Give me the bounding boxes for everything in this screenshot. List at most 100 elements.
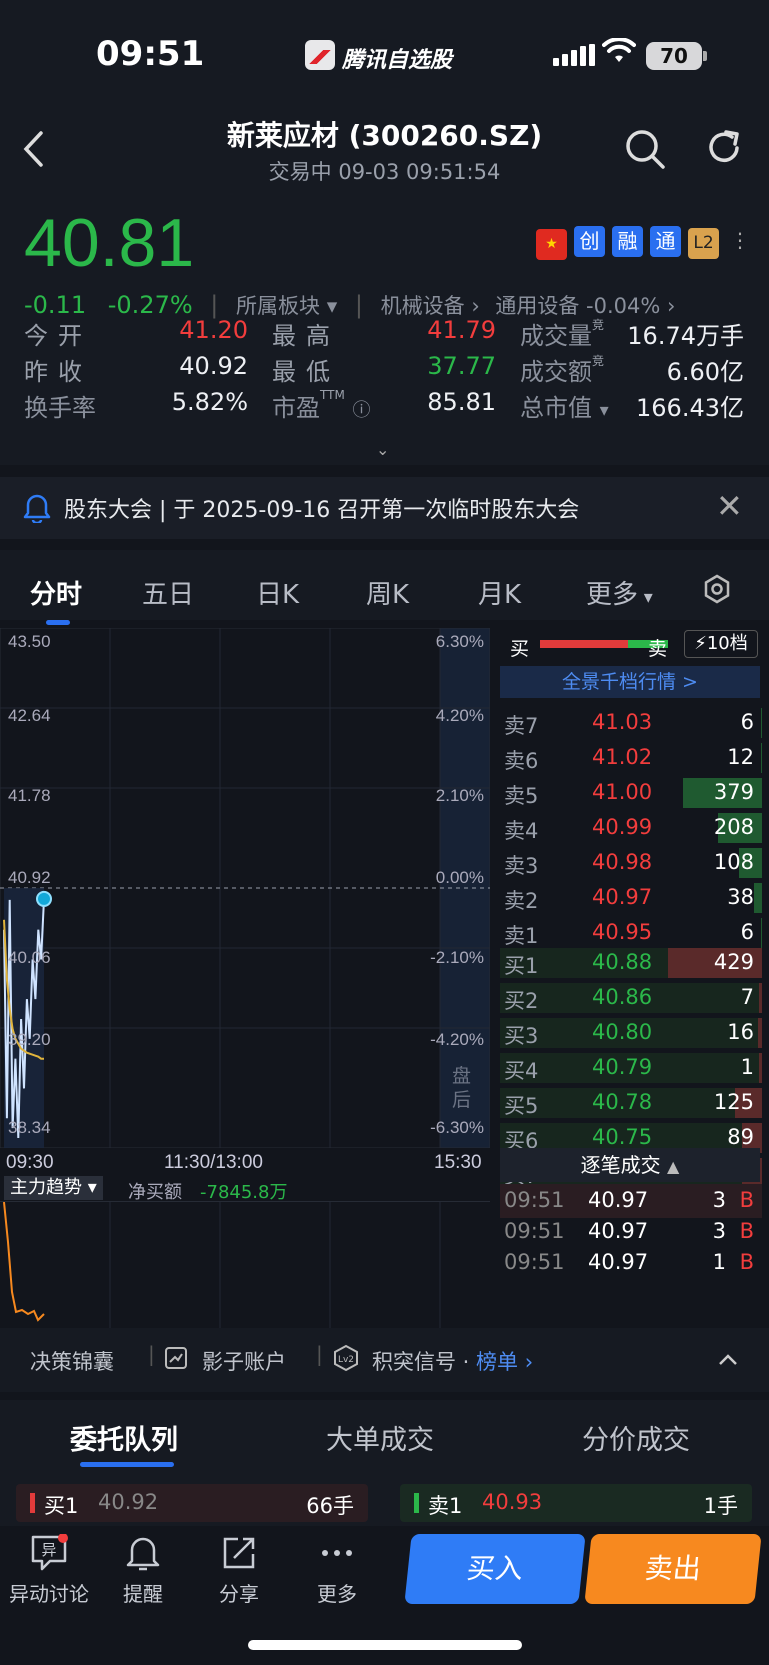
- stock-tags: ★ 创融通 L2: [536, 226, 726, 260]
- y-left-tick: 42.64: [8, 706, 51, 725]
- mktcap-dropdown[interactable]: 总市值 ▾: [520, 388, 609, 423]
- search-button[interactable]: [624, 128, 666, 170]
- nav-alert[interactable]: 提醒: [98, 1526, 188, 1607]
- bid-row[interactable]: 买3 40.80 16: [500, 1016, 762, 1050]
- rank-link[interactable]: 榜单: [476, 1350, 518, 1374]
- search-icon: [626, 130, 665, 169]
- nav-more[interactable]: 更多: [292, 1526, 382, 1607]
- low-label: 最低: [272, 358, 340, 386]
- auction-mark: 竞: [592, 318, 605, 332]
- nav-share[interactable]: 分享: [194, 1526, 284, 1607]
- bid-row[interactable]: 买4 40.79 1: [500, 1051, 762, 1085]
- price-change: -0.11: [24, 291, 87, 319]
- chevron-right-icon: ›: [667, 294, 676, 318]
- tag-chuang[interactable]: 创: [574, 226, 605, 257]
- intraday-chart[interactable]: 43.50 42.64 41.78 40.92 40.06 39.20 38.3…: [0, 627, 491, 1173]
- active-tab-indicator: [80, 1462, 174, 1467]
- bid-volume: 89: [727, 1125, 754, 1149]
- bid-row[interactable]: 买2 40.86 7: [500, 981, 762, 1015]
- bid-row[interactable]: 买1 40.88 429: [500, 946, 762, 980]
- ask-row[interactable]: 卖6 41.02 12: [500, 741, 762, 775]
- ask-row[interactable]: 卖1 40.95 6: [500, 916, 762, 950]
- ask-price: 40.97: [592, 885, 653, 909]
- amount-value: 6.60亿: [666, 358, 744, 386]
- volume-label-wrap: 成交量竞: [520, 316, 604, 351]
- signal-link[interactable]: 积突信号 · 榜单 ›: [372, 1346, 533, 1376]
- ask-level: 卖7: [504, 714, 539, 738]
- ask-level: 卖5: [504, 784, 539, 808]
- turnover-label: 换手率: [24, 394, 96, 422]
- more-dots-icon: [322, 1550, 352, 1556]
- settings-icon[interactable]: [702, 574, 732, 604]
- tag-rong[interactable]: 融: [612, 226, 643, 257]
- notice-text: 股东大会 | 于 2025-09-16 召开第一次临时股东大会: [64, 498, 580, 523]
- ask-row[interactable]: 卖7 41.03 6: [500, 706, 762, 740]
- bid-volume-bar: [759, 1053, 762, 1083]
- info-icon[interactable]: ⓘ: [352, 400, 370, 421]
- tab-weekly-k[interactable]: 周K: [366, 574, 409, 611]
- lightning-icon: ⚡: [694, 633, 707, 654]
- y-right-tick: 0.00%: [435, 868, 484, 887]
- indicator-dropdown[interactable]: 主力趋势 ▾: [4, 1176, 103, 1200]
- more-dots-icon[interactable]: ⋮: [730, 228, 750, 252]
- caret-down-icon: ▾: [638, 587, 653, 608]
- tab-five-day[interactable]: 五日: [142, 574, 194, 611]
- shadow-account-link[interactable]: 影子账户: [202, 1346, 286, 1376]
- tab-price-volume[interactable]: 分价成交: [582, 1418, 690, 1457]
- price-change-pct: -0.27%: [107, 291, 193, 319]
- bid-volume: 16: [727, 1020, 754, 1044]
- notice-banner[interactable]: 股东大会 | 于 2025-09-16 召开第一次临时股东大会 ✕: [0, 477, 769, 539]
- bid1-volume: 66手: [306, 1494, 354, 1518]
- ask-row[interactable]: 卖2 40.97 38: [500, 881, 762, 915]
- tag-l2[interactable]: L2: [688, 228, 719, 259]
- tab-big-orders[interactable]: 大单成交: [326, 1418, 434, 1457]
- tab-intraday[interactable]: 分时: [30, 574, 82, 611]
- bid-level: 买3: [504, 1024, 539, 1048]
- ask-row[interactable]: 卖3 40.98 108: [500, 846, 762, 880]
- chart-tabs: 分时 五日 日K 周K 月K 更多 ▾: [0, 550, 769, 625]
- chevron-up-icon[interactable]: [718, 1352, 738, 1366]
- status-bar: 09:51 腾讯自选股 70: [0, 0, 769, 110]
- ticks-header[interactable]: 逐笔成交 ▲: [500, 1148, 760, 1182]
- y-left-tick: 38.34: [8, 1118, 51, 1137]
- prev-close-wrap: 昨收: [24, 352, 92, 387]
- sector-label: 所属板块: [236, 294, 321, 318]
- indicator-bar: 主力趋势 ▾ 净买额 -7845.8万: [0, 1174, 490, 1203]
- sell-button[interactable]: 卖出: [584, 1534, 762, 1604]
- bid-queue-row[interactable]: 买1 40.92 66手: [16, 1484, 368, 1522]
- ask-price: 40.95: [592, 920, 653, 944]
- refresh-button[interactable]: [704, 128, 744, 168]
- china-flag-icon: ★: [536, 229, 567, 260]
- tab-daily-k[interactable]: 日K: [256, 574, 299, 611]
- nav-discuss[interactable]: 异 异动讨论: [4, 1526, 94, 1607]
- bid-price: 40.86: [592, 985, 653, 1009]
- bid-price: 40.80: [592, 1020, 653, 1044]
- bid-row[interactable]: 买5 40.78 125: [500, 1086, 762, 1120]
- tab-monthly-k[interactable]: 月K: [478, 574, 521, 611]
- auction-mark: 竞: [592, 354, 605, 368]
- buy-button[interactable]: 买入: [404, 1534, 586, 1604]
- order-queue: 买1 40.92 66手 卖1 40.93 1手: [0, 1470, 769, 1530]
- ask-price: 40.99: [592, 815, 653, 839]
- tab-more[interactable]: 更多 ▾: [586, 574, 653, 611]
- close-icon[interactable]: ✕: [716, 487, 743, 525]
- tag-tong[interactable]: 通: [650, 226, 681, 257]
- pe-label-wrap[interactable]: 市盈TTM ⓘ: [272, 388, 370, 423]
- industry-name: 机械设备: [380, 294, 465, 318]
- expand-chevron-icon[interactable]: ⌄: [376, 440, 389, 459]
- home-indicator[interactable]: [248, 1640, 522, 1650]
- tab-order-queue[interactable]: 委托队列: [70, 1418, 178, 1457]
- stock-header: 新莱应材 (300260.SZ) 交易中 09-03 09:51:54: [0, 110, 769, 190]
- sub-industry-link[interactable]: 通用设备 -0.04% ›: [495, 294, 675, 318]
- ask-row[interactable]: 卖5 41.00 379: [500, 776, 762, 810]
- depth-toggle-button[interactable]: ⚡10档: [684, 630, 758, 658]
- y-left-tick: 39.20: [8, 1030, 51, 1049]
- industry-link[interactable]: 机械设备 ›: [381, 294, 480, 318]
- bid-volume-bar: [758, 1018, 762, 1048]
- ask-row[interactable]: 卖4 40.99 208: [500, 811, 762, 845]
- full-depth-link[interactable]: 全景千档行情 >: [500, 666, 760, 698]
- ask-queue-row[interactable]: 卖1 40.93 1手: [400, 1484, 752, 1522]
- price-chart-svg: [0, 627, 491, 1149]
- decision-link[interactable]: 决策锦囊: [30, 1346, 114, 1376]
- sector-dropdown[interactable]: 所属板块 ▾: [236, 294, 337, 318]
